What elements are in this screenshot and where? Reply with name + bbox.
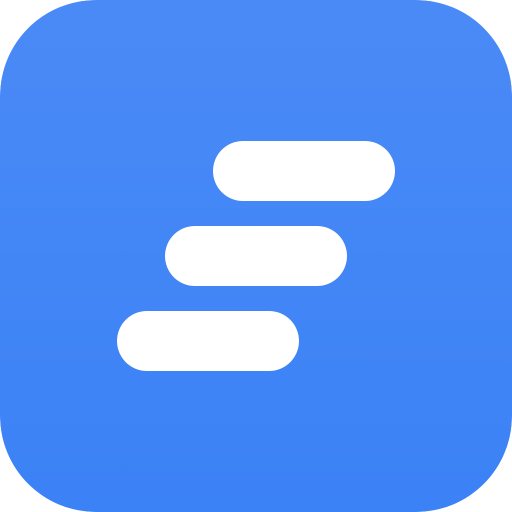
app-icon[interactable] — [0, 0, 512, 512]
top-bar — [213, 141, 395, 201]
middle-bar — [165, 226, 347, 286]
staggered-bars-icon — [0, 0, 512, 512]
bottom-bar — [117, 311, 299, 371]
